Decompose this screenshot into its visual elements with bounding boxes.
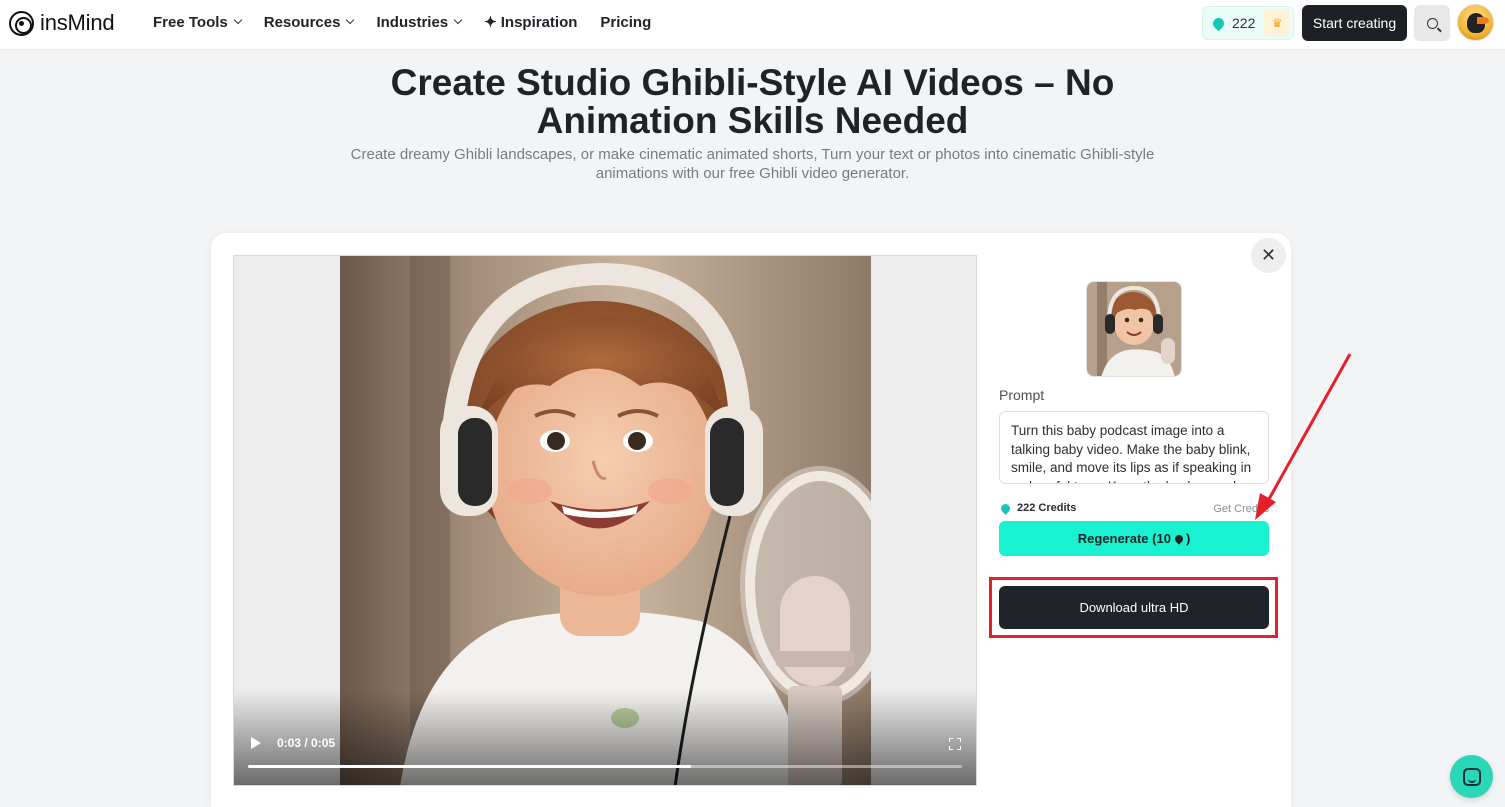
credits-balance: 222 Credits: [1017, 502, 1077, 514]
gem-icon: [1173, 532, 1185, 545]
source-image-thumbnail[interactable]: [1086, 281, 1182, 377]
menu-item-label: Inspiration: [500, 13, 578, 31]
prompt-label: Prompt: [999, 387, 1045, 403]
menu-item-inspiration[interactable]: ✦ Inspiration: [484, 13, 578, 32]
page-subtitle: Create dreamy Ghibli landscapes, or make…: [350, 146, 1155, 182]
menu-item-label: Free Tools: [153, 13, 228, 31]
top-navbar: insMind Free Tools Resources Industries …: [0, 0, 1505, 50]
annotation-arrow: [1255, 353, 1352, 520]
menu-item-industries[interactable]: Industries: [376, 13, 463, 31]
regenerate-suffix: ): [1185, 531, 1191, 546]
sparkle-icon: ✦: [484, 14, 497, 31]
logo-text: insMind: [40, 10, 115, 35]
prompt-textarea[interactable]: Turn this baby podcast image into a talk…: [999, 411, 1269, 484]
search-button[interactable]: [1414, 5, 1450, 41]
start-creating-button[interactable]: Start creating: [1302, 5, 1407, 41]
menu-item-label: Industries: [376, 13, 449, 31]
search-icon: [1426, 17, 1438, 29]
chat-icon: [1462, 767, 1481, 786]
menu-item-free-tools[interactable]: Free Tools: [153, 13, 242, 31]
credits-pill[interactable]: 222 ♛: [1202, 6, 1294, 40]
page-title: Create Studio Ghibli-Style AI Videos – N…: [390, 62, 1115, 141]
logo-icon: [9, 10, 34, 36]
download-ultra-hd-button[interactable]: Download ultra HD: [999, 586, 1269, 629]
crown-icon[interactable]: ♛: [1264, 10, 1290, 36]
chevron-down-icon: [453, 15, 463, 25]
video-player[interactable]: 0:03 / 0:05: [233, 255, 977, 786]
chevron-down-icon: [346, 15, 355, 25]
chevron-down-icon: [233, 15, 242, 25]
gem-icon: [1210, 15, 1227, 31]
regenerate-label: Regenerate (10: [1077, 531, 1171, 546]
menu-item-label: Resources: [263, 13, 341, 31]
video-progress-bar[interactable]: [248, 765, 962, 768]
play-icon[interactable]: [251, 737, 261, 749]
video-time: 0:03 / 0:05: [277, 736, 336, 750]
menu-item-pricing[interactable]: Pricing: [600, 13, 651, 31]
credits-count: 222: [1232, 15, 1256, 31]
video-controls-overlay: [234, 690, 976, 785]
thumbnail-image: [1087, 282, 1181, 376]
gem-icon: [999, 502, 1012, 515]
avatar[interactable]: [1457, 4, 1494, 41]
logo[interactable]: insMind: [9, 10, 115, 36]
fullscreen-icon[interactable]: [949, 738, 961, 750]
video-progress-fill: [248, 765, 691, 768]
menu-item-resources[interactable]: Resources: [263, 13, 355, 31]
regenerate-button[interactable]: Regenerate (10 ): [999, 521, 1269, 556]
close-icon[interactable]: ✕: [1251, 238, 1286, 273]
main-menu: Free Tools Resources Industries ✦ Inspir…: [153, 13, 651, 32]
menu-item-label: Pricing: [600, 13, 652, 31]
credits-row: 222 Credits Get Credits: [999, 502, 1271, 516]
chat-support-button[interactable]: [1450, 755, 1493, 798]
